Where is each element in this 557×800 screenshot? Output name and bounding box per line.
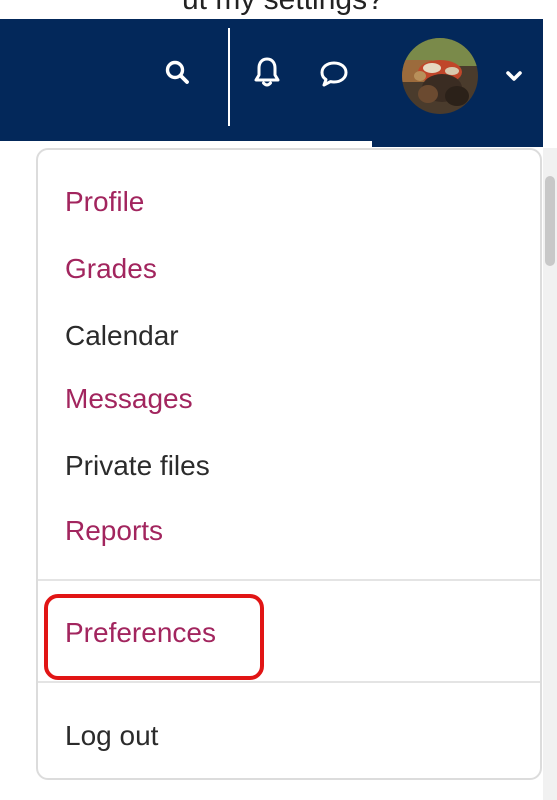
menu-divider xyxy=(38,579,540,581)
navbar-underline xyxy=(372,141,543,147)
menu-divider xyxy=(38,681,540,683)
menu-item-log-out[interactable]: Log out xyxy=(65,716,158,756)
menu-item-calendar[interactable]: Calendar xyxy=(65,316,179,356)
bell-icon[interactable] xyxy=(253,56,281,88)
menu-item-private-files[interactable]: Private files xyxy=(65,446,210,486)
preferences-highlight-box xyxy=(44,594,264,680)
chevron-down-icon[interactable] xyxy=(505,69,523,83)
scrollbar-thumb[interactable] xyxy=(545,176,555,266)
avatar-photo xyxy=(402,38,478,114)
page-caption: ut my settings? xyxy=(0,0,557,18)
search-icon[interactable] xyxy=(164,59,190,85)
menu-item-profile[interactable]: Profile xyxy=(65,182,144,222)
menu-item-grades[interactable]: Grades xyxy=(65,249,157,289)
chat-icon[interactable] xyxy=(319,60,349,88)
caption-text: ut my settings? xyxy=(182,0,384,17)
avatar[interactable] xyxy=(402,38,478,114)
page-scrollbar[interactable] xyxy=(543,148,557,800)
user-dropdown-menu: Profile Grades Calendar Messages Private… xyxy=(36,148,542,780)
menu-item-messages[interactable]: Messages xyxy=(65,379,193,419)
menu-item-reports[interactable]: Reports xyxy=(65,511,163,551)
navbar-divider xyxy=(228,28,230,126)
